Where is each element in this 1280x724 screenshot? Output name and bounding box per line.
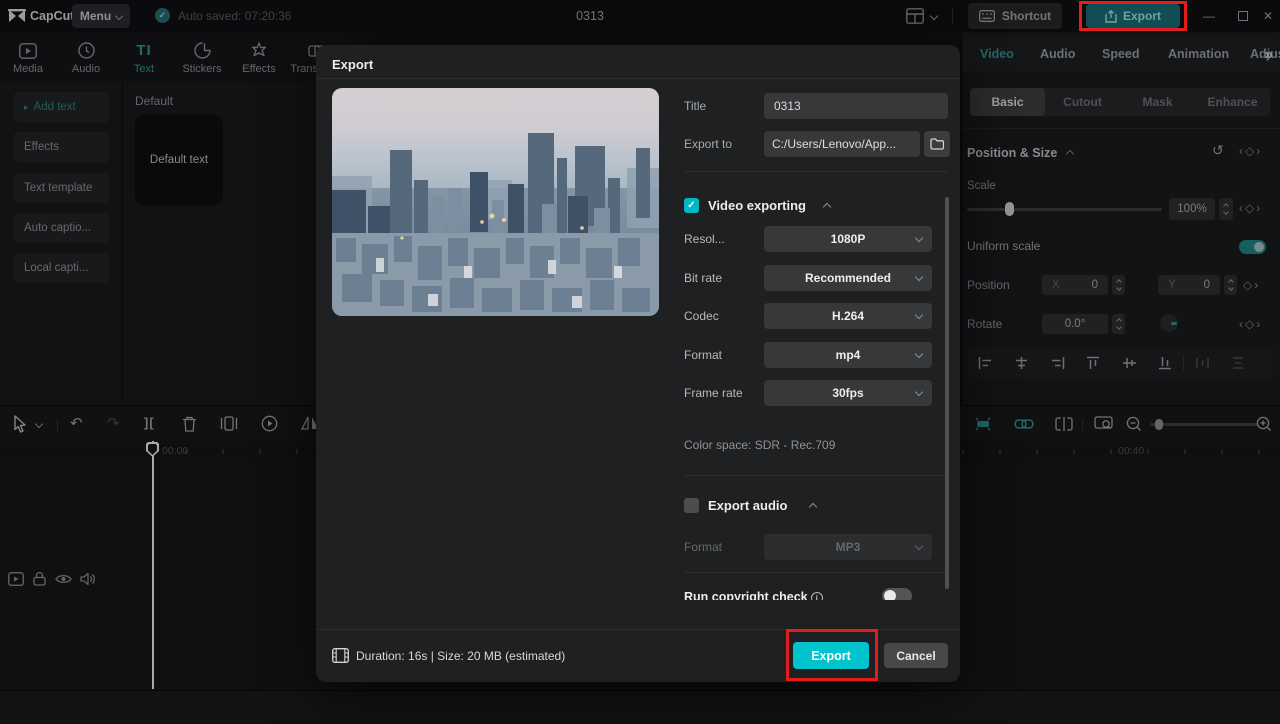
codec-label: Codec: [684, 309, 719, 323]
dialog-title: Export: [332, 57, 374, 72]
resolution-dropdown[interactable]: 1080P: [764, 226, 932, 252]
export-to-label: Export to: [684, 137, 733, 151]
export-audio-label: Export audio: [708, 498, 788, 513]
section-divider: [684, 475, 948, 476]
chevron-down-icon: [914, 233, 924, 243]
capcut-window: CapCut Menu ✓ Auto saved: 07:20:36 0313 …: [0, 0, 1280, 724]
copyright-check-toggle[interactable]: [882, 588, 912, 600]
cancel-button[interactable]: Cancel: [884, 643, 948, 668]
format-value: mp4: [835, 348, 861, 362]
section-divider: [684, 572, 948, 573]
dialog-scrollbar[interactable]: [945, 197, 949, 597]
framerate-dropdown[interactable]: 30fps: [764, 380, 932, 406]
browse-folder-button[interactable]: [924, 131, 950, 157]
resolution-label: Resol...: [684, 232, 725, 246]
video-exporting-checkbox[interactable]: ✓: [684, 198, 699, 213]
format-label: Format: [684, 348, 723, 362]
title-field-input[interactable]: 0313: [764, 93, 948, 119]
film-icon: [332, 648, 349, 663]
export-summary: Duration: 16s | Size: 20 MB (estimated): [356, 649, 566, 663]
export-dialog: Export Title 0313 Export to C:/Users/Len…: [316, 45, 960, 682]
chevron-down-icon: [914, 349, 924, 359]
video-exporting-label: Video exporting: [708, 198, 806, 213]
chevron-down-icon: [914, 541, 924, 551]
export-to-input[interactable]: C:/Users/Lenovo/App...: [764, 131, 920, 157]
audio-format-value: MP3: [835, 540, 861, 554]
resolution-value: 1080P: [830, 232, 866, 246]
copyright-check-text: Run copyright check: [684, 590, 808, 600]
collapse-audio-icon[interactable]: [808, 502, 818, 512]
bitrate-value: Recommended: [804, 271, 892, 285]
copyright-check-label: Run copyright check i: [684, 590, 823, 600]
codec-dropdown[interactable]: H.264: [764, 303, 932, 329]
codec-value: H.264: [831, 309, 865, 323]
info-icon: i: [810, 591, 823, 600]
audio-format-dropdown: MP3: [764, 534, 932, 560]
bitrate-label: Bit rate: [684, 271, 723, 285]
format-dropdown[interactable]: mp4: [764, 342, 932, 368]
chevron-down-icon: [914, 310, 924, 320]
bitrate-dropdown[interactable]: Recommended: [764, 265, 932, 291]
annotation-export-dialog: [786, 629, 878, 681]
dialog-header-divider: [316, 78, 960, 79]
framerate-value: 30fps: [832, 386, 864, 400]
form-divider: [684, 171, 948, 172]
export-audio-checkbox[interactable]: [684, 498, 699, 513]
chevron-down-icon: [914, 387, 924, 397]
framerate-label: Frame rate: [684, 386, 743, 400]
annotation-export-top: [1079, 1, 1187, 31]
chevron-down-icon: [914, 272, 924, 282]
color-space-text: Color space: SDR - Rec.709: [684, 438, 836, 452]
collapse-video-icon[interactable]: [822, 202, 832, 212]
audio-format-label: Format: [684, 540, 723, 554]
folder-icon: [930, 138, 944, 150]
title-field-label: Title: [684, 99, 707, 113]
export-settings-scroll[interactable]: ✓ Video exporting Resol... 1080P Bit rat…: [316, 180, 960, 600]
dialog-scrollbar-thumb[interactable]: [945, 197, 949, 589]
